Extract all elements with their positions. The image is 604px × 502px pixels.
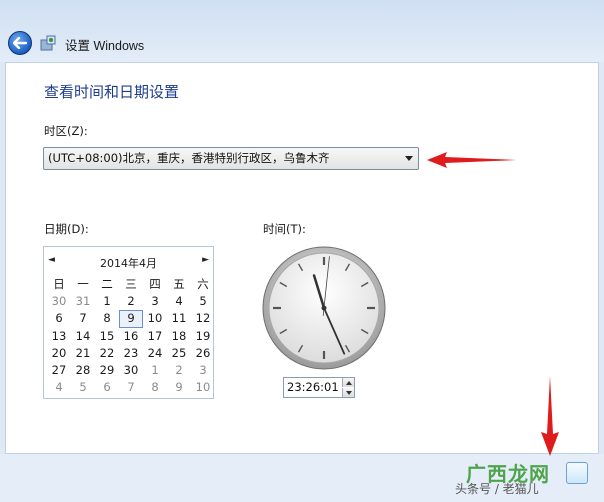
time-spinner[interactable]: 23:26:01 <box>283 377 355 398</box>
calendar-day[interactable]: 7 <box>119 379 143 396</box>
weekday-header: 一 <box>77 277 89 291</box>
annotation-arrow-icon <box>427 152 517 168</box>
calendar-grid: 日一二三四五六 30 31 1 2 3 4 5 6 7 8 9 10 11 12 13 14 15 16 17 18 19… <box>47 276 215 396</box>
time-label: 时间(T): <box>263 222 306 236</box>
dropdown-arrow-icon <box>405 156 413 161</box>
date-label: 日期(D): <box>44 222 89 236</box>
watermark-subtitle: 头条号 / 老猫儿 <box>455 482 539 496</box>
weekday-header: 六 <box>197 277 209 291</box>
timezone-value: (UTC+08:00)北京，重庆，香港特别行政区，乌鲁木齐 <box>48 151 330 165</box>
calendar-day[interactable]: 14 <box>71 328 95 345</box>
weekday-header: 三 <box>125 277 137 291</box>
time-up-button[interactable] <box>342 378 354 387</box>
calendar-day[interactable]: 5 <box>71 379 95 396</box>
calendar-day[interactable]: 2 <box>167 362 191 379</box>
calendar-day[interactable]: 28 <box>71 362 95 379</box>
calendar-day[interactable]: 31 <box>71 293 95 310</box>
calendar-day[interactable]: 1 <box>95 293 119 310</box>
calendar-day[interactable]: 15 <box>95 328 119 345</box>
calendar-day[interactable]: 27 <box>47 362 71 379</box>
calendar-day[interactable]: 13 <box>47 328 71 345</box>
calendar-day[interactable]: 30 <box>119 362 143 379</box>
next-month-icon[interactable]: ► <box>202 255 209 265</box>
calendar-month-title[interactable]: 2014年4月 <box>44 255 213 271</box>
timezone-select[interactable]: (UTC+08:00)北京，重庆，香港特别行政区，乌鲁木齐 <box>43 147 419 170</box>
title-bar: 设置 Windows <box>0 0 604 62</box>
calendar-day[interactable]: 18 <box>167 328 191 345</box>
calendar-day[interactable]: 20 <box>47 345 71 362</box>
annotation-down-arrow-icon <box>541 376 559 456</box>
calendar-day[interactable]: 26 <box>191 345 215 362</box>
calendar-day[interactable]: 23 <box>119 345 143 362</box>
clock-center <box>321 305 327 311</box>
window-title: 设置 Windows <box>65 39 145 53</box>
next-button[interactable] <box>566 462 588 484</box>
spin-up-icon <box>345 380 352 385</box>
weekday-header: 五 <box>173 277 185 291</box>
calendar-day[interactable]: 1 <box>143 362 167 379</box>
calendar-day[interactable]: 6 <box>95 379 119 396</box>
time-down-button[interactable] <box>342 388 354 397</box>
calendar-day[interactable]: 6 <box>47 310 71 327</box>
calendar-day[interactable]: 19 <box>191 328 215 345</box>
timezone-label: 时区(Z): <box>44 124 88 138</box>
page-heading: 查看时间和日期设置 <box>44 83 180 101</box>
calendar-day[interactable]: 24 <box>143 345 167 362</box>
calendar-day[interactable]: 17 <box>143 328 167 345</box>
calendar-day[interactable]: 12 <box>191 310 215 327</box>
calendar-day[interactable]: 11 <box>167 310 191 327</box>
calendar-day[interactable]: 29 <box>95 362 119 379</box>
calendar-day[interactable]: 2 <box>119 293 143 310</box>
calendar-day[interactable]: 7 <box>71 310 95 327</box>
weekday-header: 日 <box>53 277 65 291</box>
back-button[interactable] <box>8 31 32 55</box>
weekday-header: 二 <box>101 277 113 291</box>
calendar-day[interactable]: 9 <box>119 310 143 328</box>
spin-down-icon <box>345 390 352 395</box>
calendar-day[interactable]: 21 <box>71 345 95 362</box>
calendar-day[interactable]: 3 <box>143 293 167 310</box>
calendar-day[interactable]: 10 <box>191 379 215 396</box>
calendar-day[interactable]: 10 <box>143 310 167 327</box>
calendar-day[interactable]: 5 <box>191 293 215 310</box>
calendar: ◄ 2014年4月 ► 日一二三四五六 30 31 1 2 3 4 5 6 7 8 9 10 11 12 13… <box>43 246 214 399</box>
analog-clock <box>262 246 386 370</box>
settings-panel: 查看时间和日期设置 时区(Z): (UTC+08:00)北京，重庆，香港特别行政… <box>5 62 599 454</box>
weekday-header: 四 <box>149 277 161 291</box>
calendar-day[interactable]: 8 <box>95 310 119 327</box>
time-value: 23:26:01 <box>287 380 339 394</box>
calendar-day[interactable]: 25 <box>167 345 191 362</box>
calendar-day[interactable]: 3 <box>191 362 215 379</box>
calendar-day[interactable]: 4 <box>47 379 71 396</box>
calendar-day[interactable]: 22 <box>95 345 119 362</box>
calendar-day[interactable]: 8 <box>143 379 167 396</box>
calendar-day[interactable]: 30 <box>47 293 71 310</box>
calendar-day[interactable]: 4 <box>167 293 191 310</box>
back-arrow-icon <box>13 37 27 49</box>
calendar-day[interactable]: 16 <box>119 328 143 345</box>
calendar-day[interactable]: 9 <box>167 379 191 396</box>
setup-icon <box>40 35 56 51</box>
